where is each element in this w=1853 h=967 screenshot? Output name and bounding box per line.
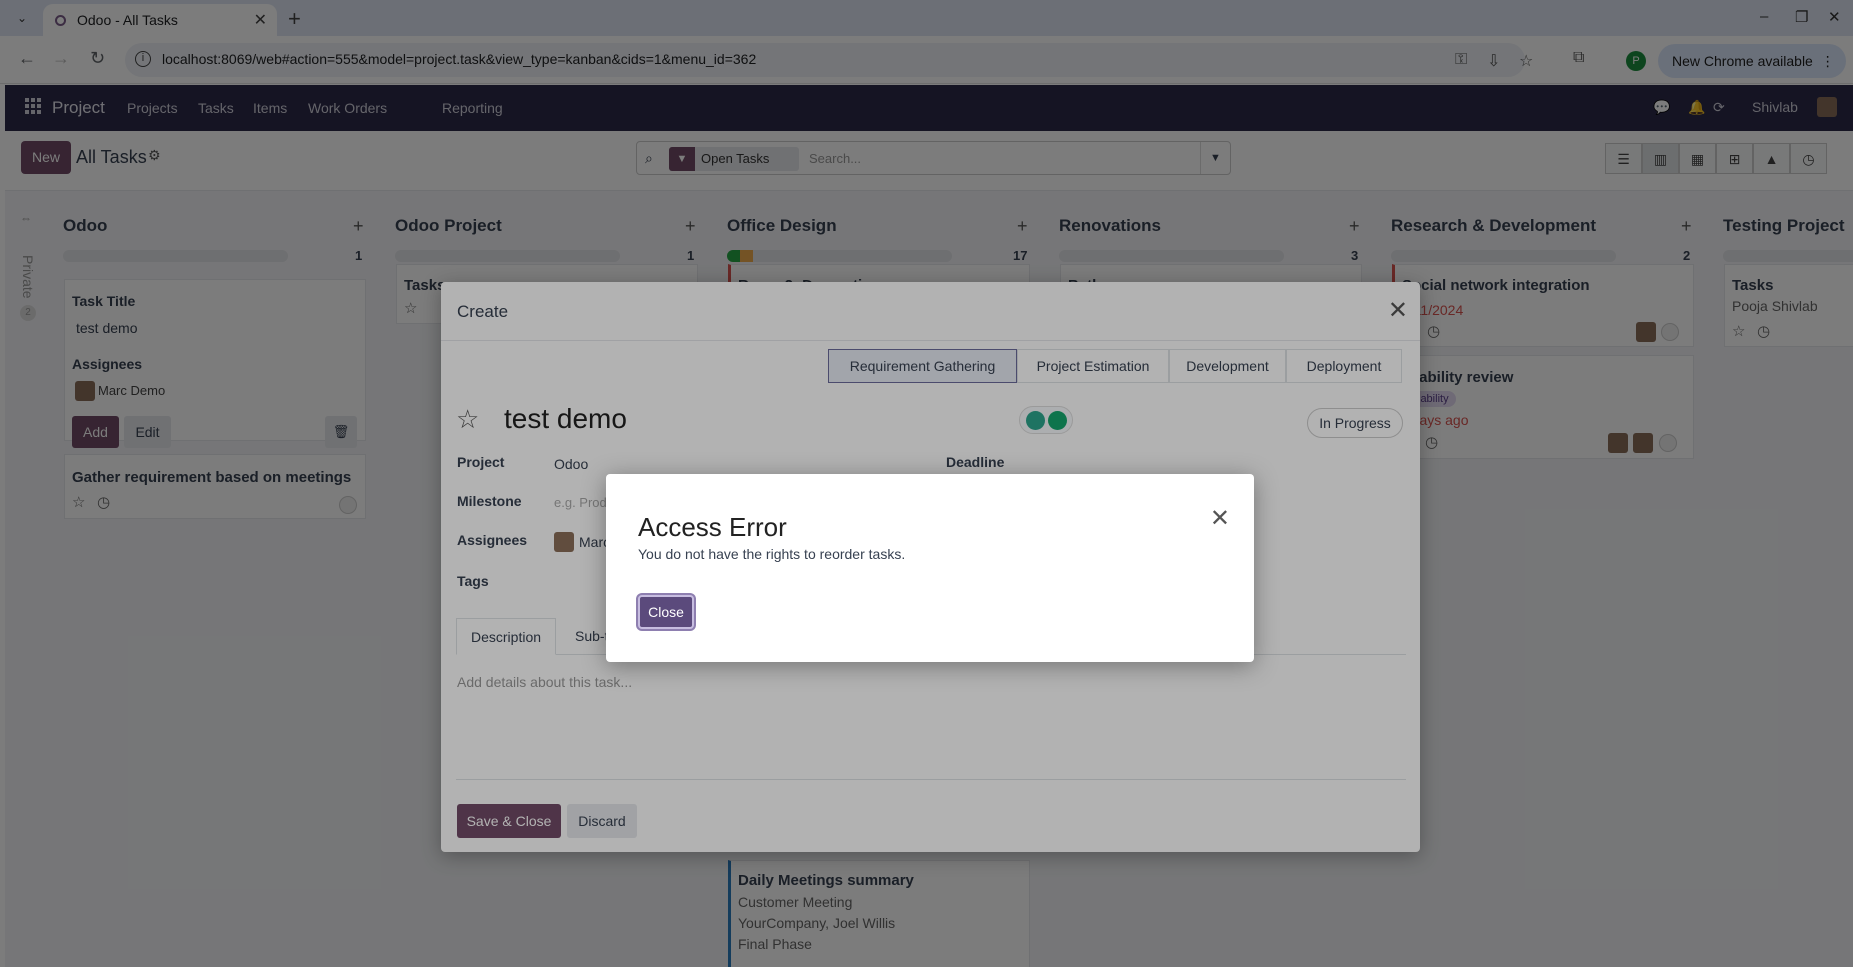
- error-message: You do not have the rights to reorder ta…: [638, 546, 906, 562]
- close-icon[interactable]: ✕: [1210, 504, 1230, 533]
- access-error-dialog: Access Error You do not have the rights …: [606, 474, 1254, 662]
- close-button[interactable]: Close: [638, 595, 694, 629]
- error-title: Access Error: [638, 512, 787, 542]
